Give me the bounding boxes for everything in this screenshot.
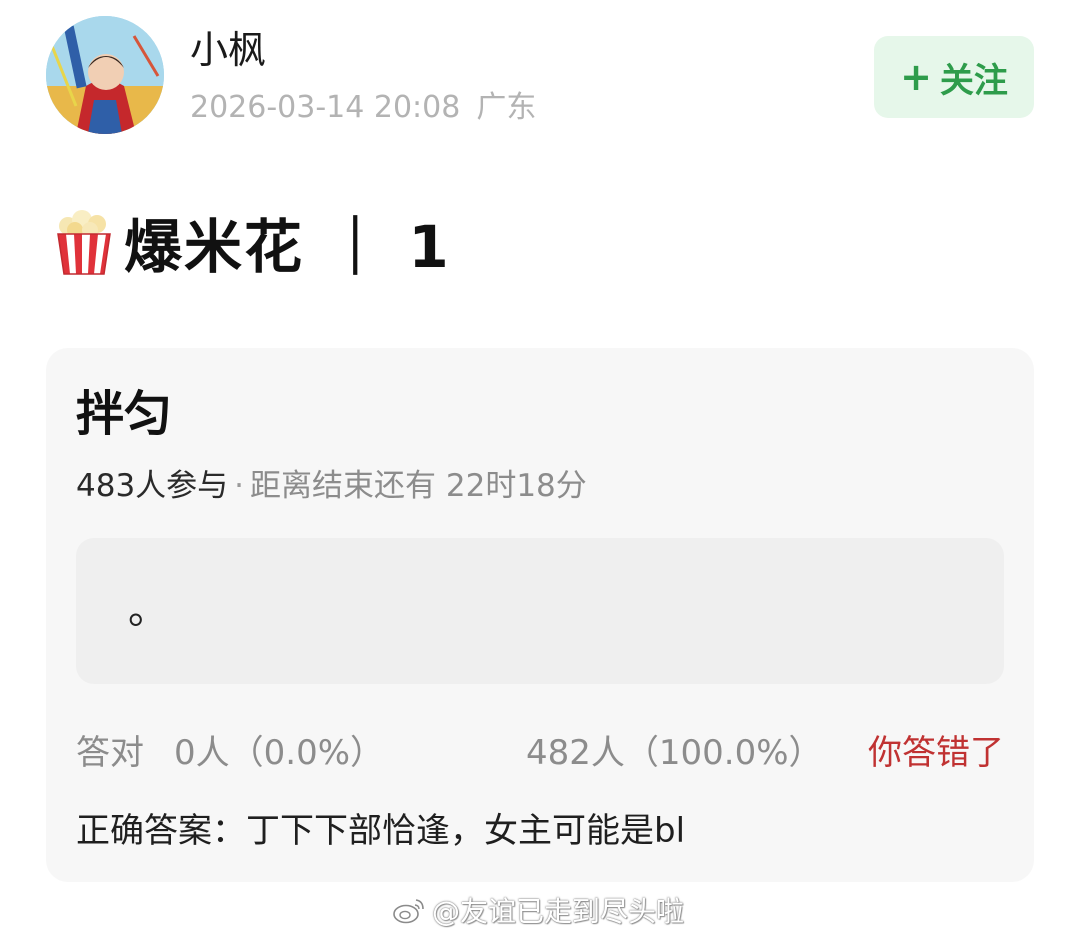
correct-answer: 正确答案：丁下下部恰逢，女主可能是bl [76,811,686,851]
participant-count: 483人参与 [76,468,229,504]
post-title-text: 爆米花 ｜ 1 [124,213,451,281]
quiz-option-text: 。 [128,587,168,633]
quiz-stats: 答对 0人（0.0%） 482人（100.0%） 你答错了 [76,730,1004,776]
post-title: 爆米花 ｜ 1 [52,206,451,281]
post-location: 广东 [476,90,537,125]
post-meta: 2026-03-14 20:08 广东 [190,88,536,128]
watermark: @友谊已走到尽头啦 [392,888,684,932]
info-separator: · [234,468,245,504]
avatar[interactable] [46,16,164,134]
quiz-title: 拌匀 [76,386,173,442]
quiz-info: 483人参与 · 距离结束还有 22时18分 [76,466,587,506]
follow-button[interactable]: + 关注 [874,36,1034,118]
quiz-card: 拌匀 483人参与 · 距离结束还有 22时18分 。 答对 0人（0.0%） 48… [46,348,1034,882]
follow-label: 关注 [939,60,1008,101]
quiz-option[interactable]: 。 [76,538,1004,684]
watermark-text: @友谊已走到尽头啦 [432,895,685,928]
correct-label: 答对 [76,733,144,773]
answer-result: 你答错了 [868,733,1004,773]
weibo-icon [393,899,424,924]
correct-count: 0人（0.0%） [174,733,385,773]
post-timestamp: 2026-03-14 20:08 [190,90,461,125]
username[interactable]: 小枫 [190,26,266,74]
wrong-count: 482人（100.0%） [526,733,823,773]
popcorn-icon [57,210,111,275]
plus-icon: + [900,55,932,99]
time-remaining: 距离结束还有 22时18分 [250,468,587,504]
